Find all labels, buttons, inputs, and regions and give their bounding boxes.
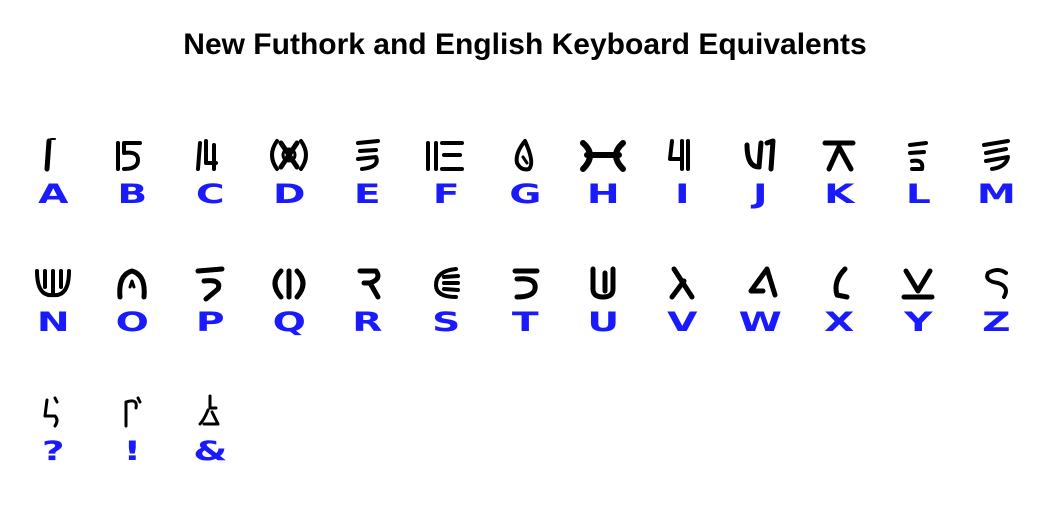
futhork-glyph <box>879 261 958 305</box>
futhork-glyph <box>93 261 172 305</box>
latin-key-label: Z <box>982 307 1011 338</box>
futhork-glyph <box>14 390 93 434</box>
futhork-glyph <box>328 261 407 305</box>
futhork-glyph <box>171 133 250 177</box>
futhork-glyph <box>93 133 172 177</box>
futhork-glyph <box>957 261 1036 305</box>
futhork-glyph <box>643 133 722 177</box>
futhork-glyph <box>250 261 329 305</box>
key-cell: & <box>171 390 250 490</box>
futhork-glyph <box>486 133 565 177</box>
key-row: NOPQRSTUVWXYZ <box>14 261 1036 371</box>
futhork-glyph <box>957 133 1036 177</box>
futhork-glyph <box>800 261 879 305</box>
futhork-glyph <box>564 133 643 177</box>
futhork-glyph <box>721 133 800 177</box>
futhork-glyph <box>14 261 93 305</box>
futhork-glyph <box>407 261 486 305</box>
futhork-glyph <box>879 133 958 177</box>
futhork-glyph <box>721 261 800 305</box>
futhork-glyph <box>800 133 879 177</box>
futhork-glyph <box>328 133 407 177</box>
futhork-glyph <box>171 390 250 434</box>
futhork-glyph <box>250 133 329 177</box>
latin-key-label: & <box>193 436 228 467</box>
futhork-glyph <box>486 261 565 305</box>
futhork-glyph <box>171 261 250 305</box>
futhork-glyph <box>14 133 93 177</box>
futhork-glyph <box>564 261 643 305</box>
key-cell: Z <box>957 261 1036 361</box>
page-title: New Futhork and English Keyboard Equival… <box>183 28 867 61</box>
key-row: ABCDEFGHIJKLM <box>14 133 1036 243</box>
key-row: ?! & <box>14 390 1036 500</box>
futhork-glyph <box>407 133 486 177</box>
futhork-glyph <box>643 261 722 305</box>
key-cell: M <box>957 133 1036 233</box>
latin-key-label: M <box>977 179 1016 210</box>
futhork-glyph <box>93 390 172 434</box>
